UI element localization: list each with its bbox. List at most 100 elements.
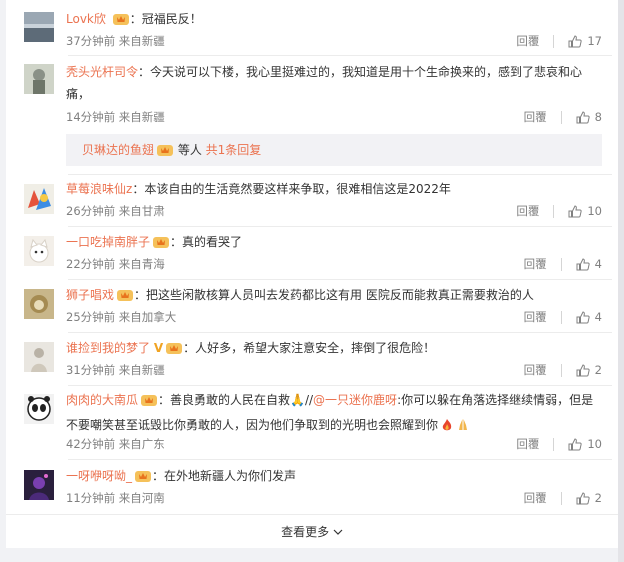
- comment-text: 秃头光杆司令：今天说可以下楼，我心里挺难过的，我知道是用十个生命换来的，感到了悲…: [66, 65, 583, 101]
- like-button[interactable]: 2: [576, 363, 602, 377]
- crown-badge-icon: [112, 11, 130, 33]
- chevron-down-icon: [333, 525, 343, 539]
- like-count: 2: [594, 363, 602, 377]
- pray-icon: [456, 417, 470, 439]
- crown-badge-icon: [165, 340, 183, 362]
- divider: [560, 310, 562, 324]
- thumbs-up-icon: [576, 310, 590, 323]
- crown-badge-icon: [140, 392, 158, 414]
- comment-username[interactable]: 秃头光杆司令: [66, 65, 138, 79]
- comment-meta: 11分钟前 来自河南: [66, 491, 165, 505]
- comment-panel: Lovk欣 ：冠福民反！ 37分钟前 来自新疆 回覆 17 秃头光杆司令：今天说…: [0, 0, 624, 562]
- like-button[interactable]: 10: [568, 437, 602, 451]
- comment-text: 谁捡到我的梦了 V ：人好多，希望大家注意安全，摔倒了很危险！: [66, 337, 602, 362]
- comment-meta: 37分钟前 来自新疆: [66, 34, 165, 48]
- subreply-username[interactable]: 贝琳达的鱼翅: [82, 143, 154, 157]
- comment-username[interactable]: Lovk欣: [66, 12, 106, 26]
- scrollbar-track[interactable]: [618, 0, 624, 562]
- comment-text: 狮子唱戏 ：把这些闲散核算人员叫去发药都比这有用 医院反而能救真正需要救治的人: [66, 284, 602, 309]
- like-button[interactable]: 2: [576, 491, 602, 505]
- view-replies-link[interactable]: 共1条回复: [206, 143, 262, 157]
- thumbs-up-icon: [576, 110, 590, 123]
- reply-button[interactable]: 回覆: [516, 436, 539, 452]
- avatar[interactable]: [24, 12, 54, 42]
- comment-meta: 22分钟前 来自青海: [66, 257, 165, 271]
- comment-actions: 回覆 10: [516, 436, 602, 452]
- comment-username[interactable]: 草莓浪味仙z: [66, 182, 132, 196]
- comment-meta: 26分钟前 来自甘肃: [66, 204, 165, 218]
- comment-username[interactable]: 肉肉的大南瓜: [66, 393, 138, 407]
- comment-meta: 25分钟前 来自加拿大: [66, 310, 177, 324]
- divider: [553, 204, 555, 218]
- like-count: 10: [587, 437, 602, 451]
- like-count: 10: [587, 204, 602, 218]
- mention-link[interactable]: @一只迷你鹿呀: [313, 393, 397, 407]
- thumbs-up-icon: [576, 363, 590, 376]
- divider: [560, 257, 562, 271]
- comment-actions: 回覆 4: [524, 309, 602, 325]
- comment-text: 一呀咿呀呦_ ：在外地新疆人为你们发声: [66, 465, 602, 490]
- avatar[interactable]: [24, 470, 54, 500]
- reply-button[interactable]: 回覆: [524, 490, 547, 506]
- crown-badge-icon: [134, 468, 152, 490]
- view-more-button[interactable]: 查看更多: [6, 514, 618, 548]
- like-button[interactable]: 10: [568, 204, 602, 218]
- like-button[interactable]: 8: [576, 110, 602, 124]
- reply-button[interactable]: 回覆: [524, 109, 547, 125]
- thumbs-up-icon: [568, 437, 583, 450]
- like-button[interactable]: 4: [576, 257, 602, 271]
- thumbs-up-icon: [576, 491, 590, 504]
- reply-button[interactable]: 回覆: [524, 362, 547, 378]
- subreply-summary: 贝琳达的鱼翅 等人 共1条回复: [66, 134, 602, 166]
- avatar[interactable]: [24, 236, 54, 266]
- divider: [68, 174, 612, 175]
- divider: [560, 363, 562, 377]
- like-button[interactable]: 4: [576, 310, 602, 324]
- divider: [68, 385, 612, 386]
- like-count: 4: [594, 257, 602, 271]
- crown-badge-icon: [152, 234, 170, 256]
- divider: [68, 226, 612, 227]
- reply-button[interactable]: 回覆: [516, 203, 539, 219]
- comment-actions: 回覆 10: [516, 203, 602, 219]
- avatar[interactable]: [24, 289, 54, 319]
- divider: [68, 55, 612, 56]
- verified-v-icon: V: [153, 341, 164, 355]
- divider: [553, 34, 555, 48]
- like-button[interactable]: 17: [568, 34, 602, 48]
- reply-button[interactable]: 回覆: [524, 256, 547, 272]
- reply-button[interactable]: 回覆: [524, 309, 547, 325]
- divider: [560, 491, 562, 505]
- comment-meta: 14分钟前 来自新疆: [66, 110, 165, 124]
- thumbs-up-icon: [576, 257, 590, 270]
- crown-badge-icon: [116, 287, 134, 309]
- thumbs-up-icon: [568, 34, 583, 47]
- like-count: 4: [594, 310, 602, 324]
- thumbs-up-icon: [568, 204, 583, 217]
- comment-username[interactable]: 一呀咿呀呦_: [66, 469, 132, 483]
- comment-actions: 回覆 17: [516, 33, 602, 49]
- fire-icon: [440, 417, 454, 439]
- crown-badge-icon: [156, 137, 174, 169]
- like-count: 2: [594, 491, 602, 505]
- comment-meta: 31分钟前 来自新疆: [66, 363, 165, 377]
- avatar[interactable]: [24, 342, 54, 372]
- comment-username[interactable]: 谁捡到我的梦了: [66, 341, 150, 355]
- comment-text: Lovk欣 ：冠福民反！: [66, 8, 602, 33]
- avatar[interactable]: [24, 184, 54, 214]
- comment-username[interactable]: 一口吃掉南胖子: [66, 235, 150, 249]
- comment-actions: 回覆 4: [524, 256, 602, 272]
- comment-meta: 42分钟前 来自广东: [66, 437, 165, 451]
- divider: [68, 332, 612, 333]
- reply-button[interactable]: 回覆: [516, 33, 539, 49]
- like-count: 17: [587, 34, 602, 48]
- divider: [68, 459, 612, 460]
- comment-username[interactable]: 狮子唱戏: [66, 288, 114, 302]
- divider: [560, 110, 562, 124]
- avatar[interactable]: [24, 394, 54, 424]
- divider: [553, 437, 555, 451]
- view-more-label: 查看更多: [281, 525, 330, 539]
- like-count: 8: [594, 110, 602, 124]
- divider: [68, 279, 612, 280]
- avatar[interactable]: [24, 64, 54, 94]
